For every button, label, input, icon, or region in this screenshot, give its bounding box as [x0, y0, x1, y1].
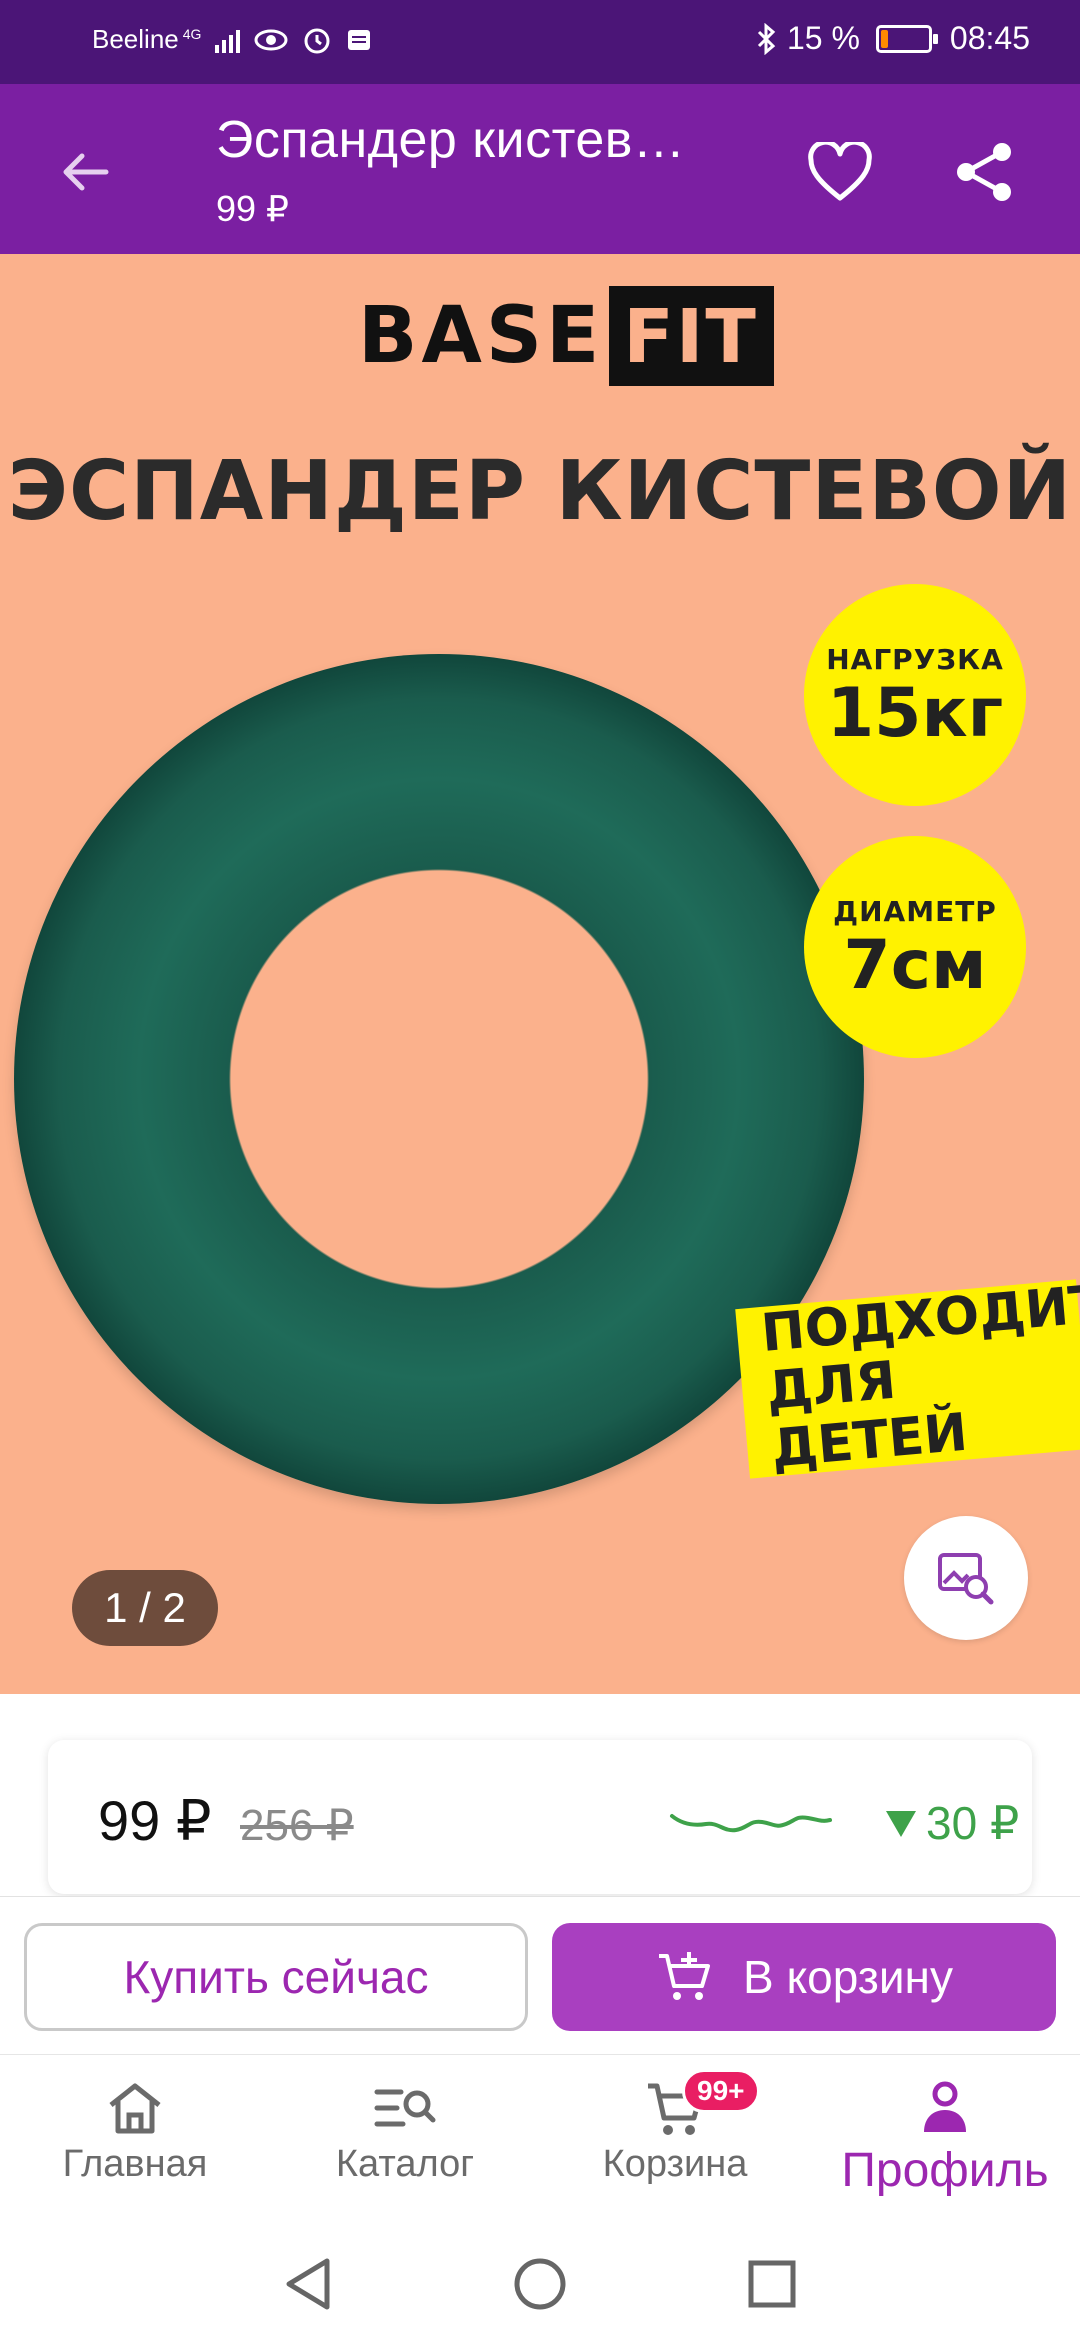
- product-image-gallery[interactable]: BASE FIT ЭСПАНДЕР КИСТЕВОЙ НАГРУЗКА 15кг…: [0, 254, 1080, 1694]
- alarm-icon: [304, 28, 330, 53]
- bottom-navigation: Главная Каталог 99+ Корзина Профиль: [0, 2054, 1080, 2224]
- nav-cart[interactable]: 99+ Корзина: [540, 2069, 810, 2213]
- battery-percent: 15 %: [786, 20, 860, 56]
- page-title: Эспандер кистев…: [216, 111, 686, 169]
- arrow-left-icon: [63, 153, 109, 191]
- triangle-down-icon: [886, 1811, 916, 1837]
- image-counter: 1 / 2: [72, 1570, 218, 1646]
- eye-icon: [254, 29, 288, 50]
- brand-logo-base: BASE: [358, 291, 604, 381]
- bluetooth-icon: [757, 22, 776, 55]
- price-drop: 30 ₽: [884, 1796, 1019, 1850]
- heart-icon: [808, 142, 872, 201]
- clock: 08:45: [949, 20, 1030, 56]
- carrier-name: Beeline: [92, 24, 179, 54]
- load-badge-label: НАГРУЗКА: [826, 642, 1004, 676]
- battery-icon: [875, 24, 938, 53]
- old-price: 256 ₽: [240, 1801, 354, 1850]
- purchase-actions: Купить сейчас В корзину: [0, 1896, 1080, 2054]
- system-back-button[interactable]: [278, 2254, 338, 2314]
- price-drop-value: 30 ₽: [926, 1797, 1020, 1849]
- price-trend-sparkline: [670, 1814, 832, 1833]
- diameter-badge-value: 7см: [843, 925, 987, 1005]
- kids-suitable-tag: ПОДХОДИТ ДЛЯ ДЕТЕЙ: [735, 1274, 1080, 1480]
- nav-home-label: Главная: [62, 2143, 208, 2185]
- home-icon: [109, 2083, 161, 2134]
- brand-logo-fit: FIT: [609, 286, 774, 386]
- profile-icon: [924, 2081, 966, 2132]
- load-badge: НАГРУЗКА 15кг: [804, 584, 1026, 806]
- current-price: 99 ₽: [98, 1789, 212, 1852]
- cart-plus-icon: [659, 1952, 711, 2000]
- nav-catalog[interactable]: Каталог: [270, 2073, 540, 2213]
- signal-icon: [215, 27, 241, 53]
- header-price: 99 ₽: [216, 188, 289, 229]
- status-bar: Beeline 4G 15 % 08:45: [0, 0, 1080, 84]
- nav-catalog-label: Каталог: [335, 2143, 475, 2185]
- nav-home[interactable]: Главная: [0, 2073, 270, 2213]
- diameter-badge: ДИАМЕТР 7см: [804, 836, 1026, 1058]
- load-badge-value: 15кг: [826, 673, 1004, 753]
- back-button[interactable]: [48, 136, 120, 208]
- add-to-cart-label: В корзину: [743, 1951, 953, 2003]
- network-type: 4G: [182, 25, 202, 42]
- system-navigation-bar: [0, 2224, 1080, 2340]
- favorite-button[interactable]: [800, 132, 880, 212]
- circle-home-icon: [514, 2258, 566, 2310]
- image-search-icon: [938, 1553, 994, 1605]
- nav-profile[interactable]: Профиль: [810, 2073, 1080, 2213]
- status-left: Beeline 4G: [92, 24, 372, 55]
- square-recents-icon: [748, 2260, 796, 2308]
- app-header: Эспандер кистев… 99 ₽: [0, 84, 1080, 254]
- cart-count-badge: 99+: [682, 2069, 760, 2113]
- triangle-back-icon: [286, 2258, 330, 2310]
- price-card[interactable]: 99 ₽ 256 ₽ 30 ₽: [48, 1740, 1032, 1894]
- battery-fill: [880, 29, 889, 48]
- share-icon: [957, 143, 1011, 201]
- nav-cart-label: Корзина: [602, 2143, 748, 2185]
- brand-logo: BASE FIT: [358, 286, 774, 386]
- diameter-badge-label: ДИАМЕТР: [833, 894, 997, 928]
- status-right: 15 % 08:45: [755, 20, 1030, 57]
- buy-now-button[interactable]: Купить сейчас: [24, 1923, 528, 2031]
- image-search-button[interactable]: [904, 1516, 1028, 1640]
- system-home-button[interactable]: [510, 2254, 570, 2314]
- notification-icon: [348, 29, 371, 50]
- share-button[interactable]: [944, 132, 1024, 212]
- add-to-cart-button[interactable]: В корзину: [552, 1923, 1056, 2031]
- catalog-search-icon: [374, 2089, 436, 2127]
- nav-profile-label: Профиль: [841, 2144, 1049, 2197]
- system-recents-button[interactable]: [742, 2254, 802, 2314]
- hand-expander-ring-image: [14, 654, 864, 1504]
- product-name-banner: ЭСПАНДЕР КИСТЕВОЙ: [7, 444, 1073, 539]
